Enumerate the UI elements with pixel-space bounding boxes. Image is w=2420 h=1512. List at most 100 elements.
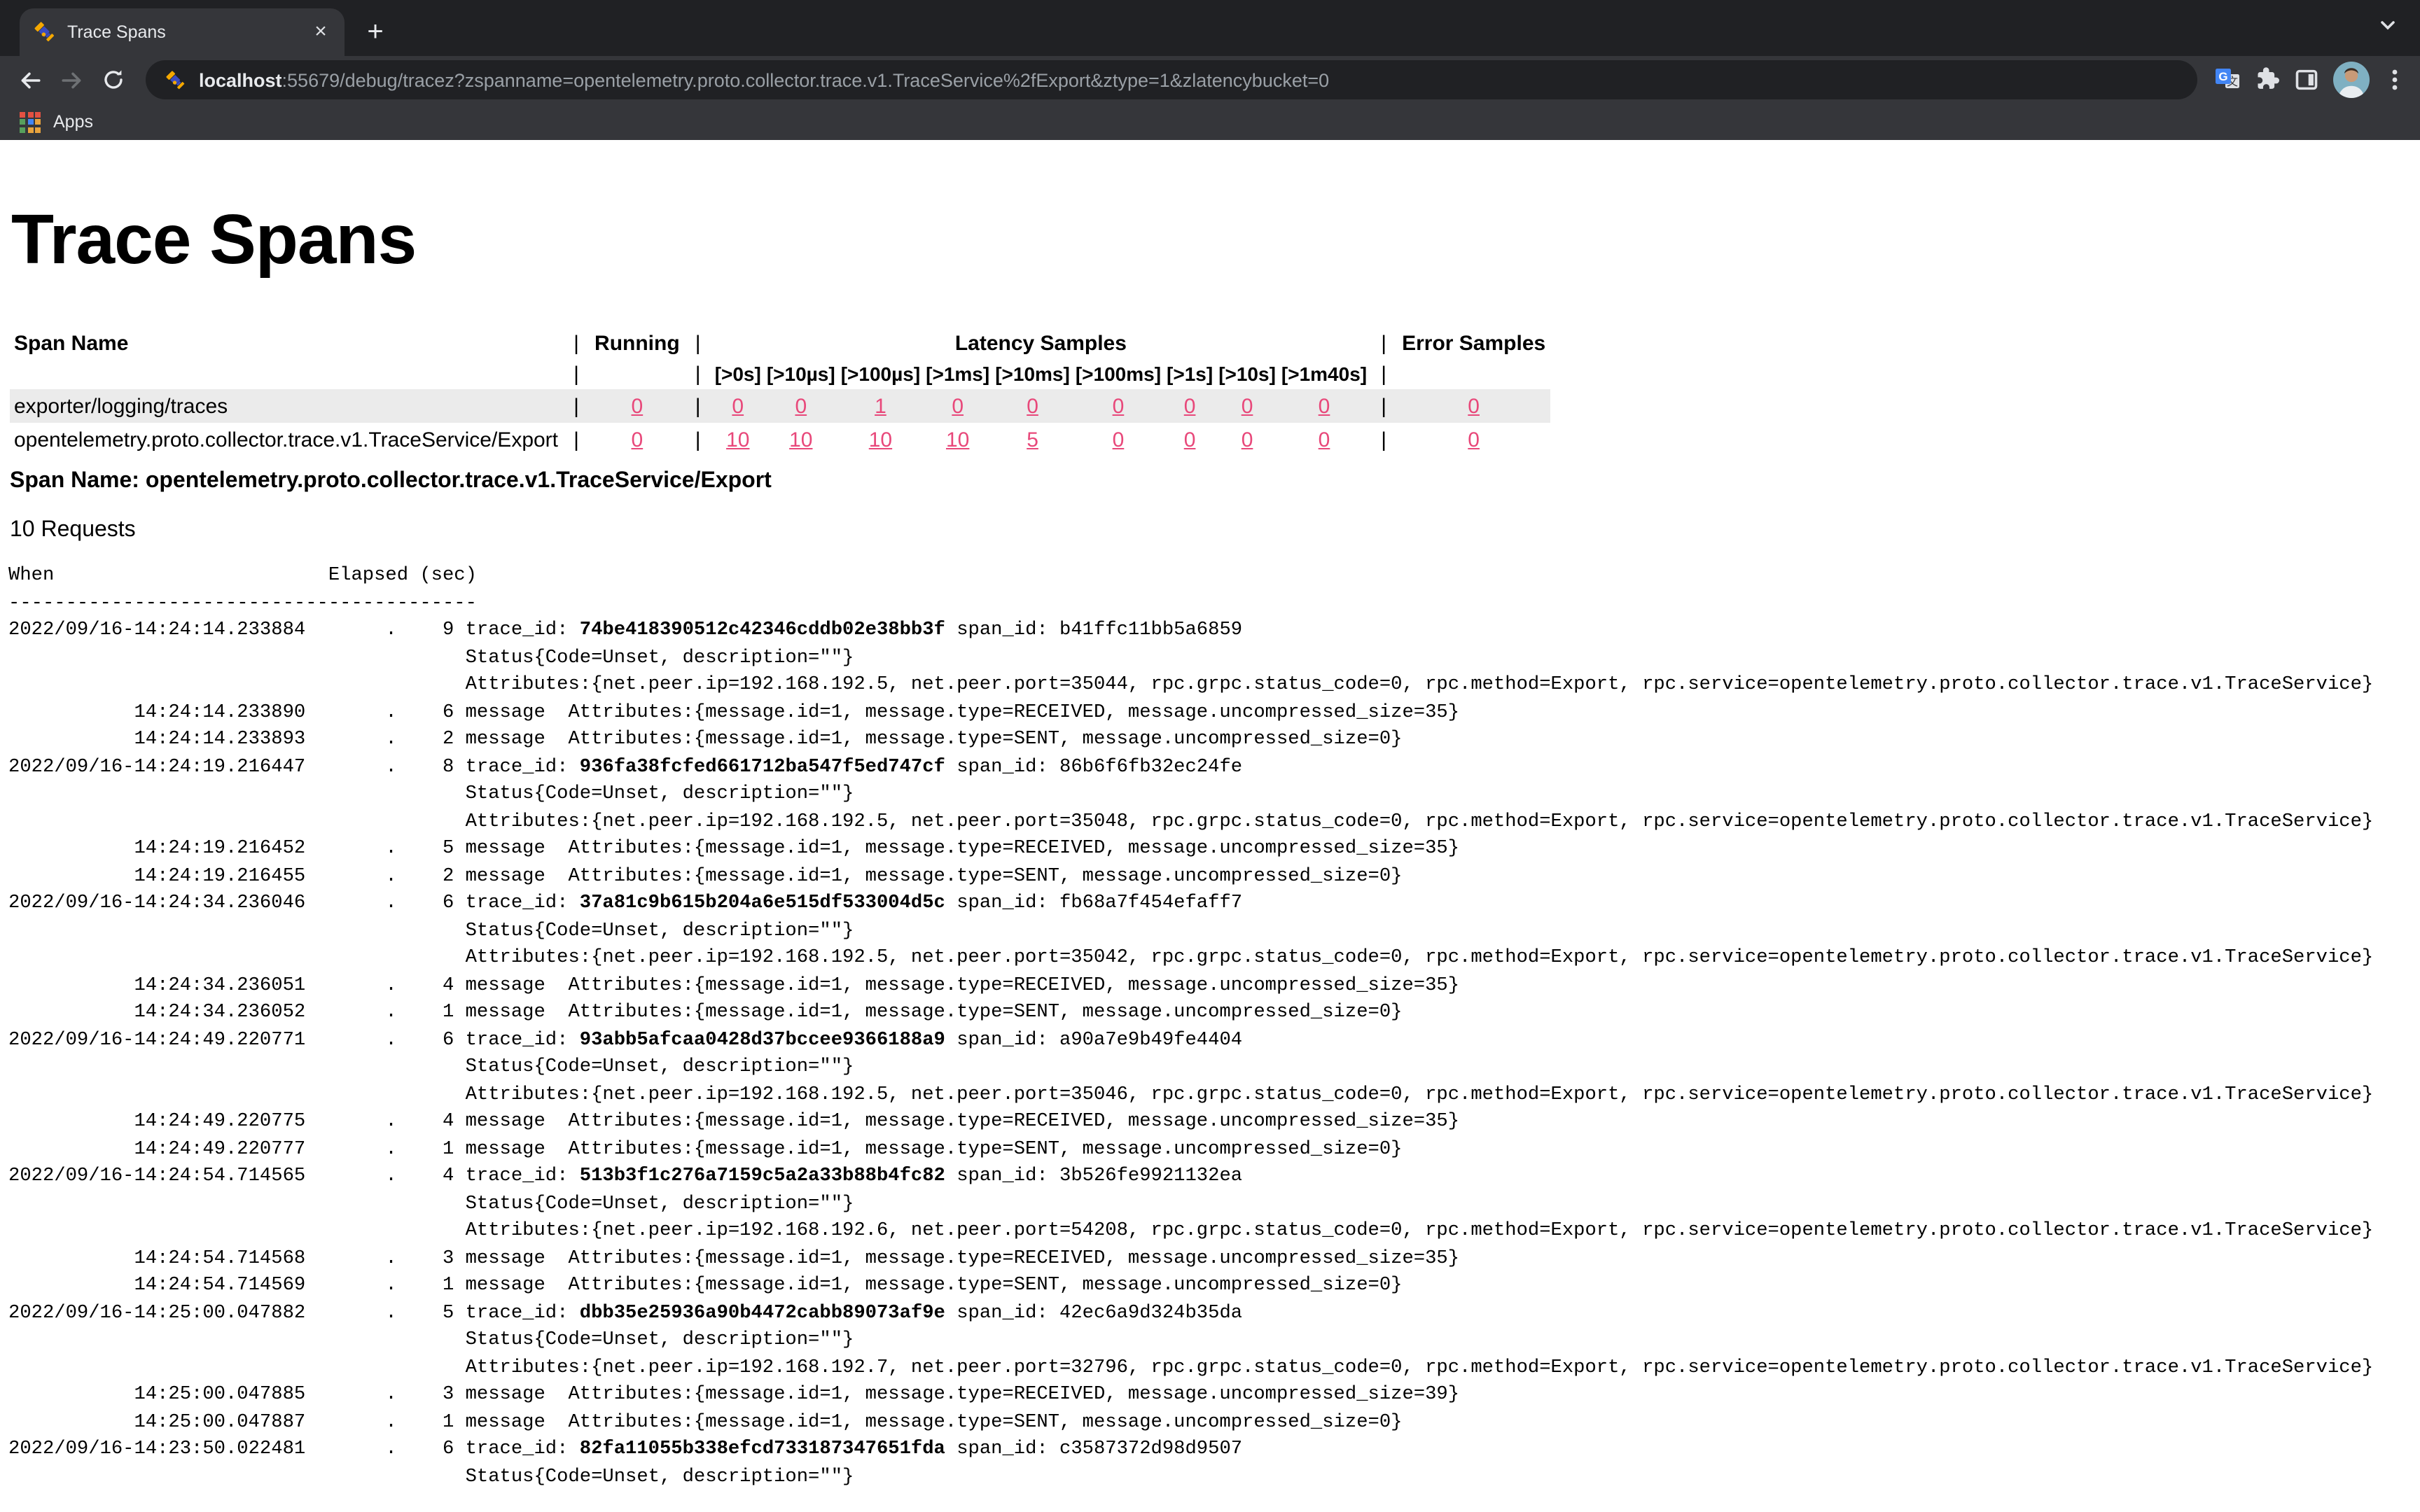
latency-bucket-label: [>1s]: [1164, 358, 1216, 389]
latency-sample-cell: 5: [992, 423, 1073, 456]
error-sample-cell: 0: [1398, 423, 1550, 456]
span-row: exporter/logging/traces|0|001000000|0: [10, 389, 1550, 423]
separator-bar: |: [1370, 328, 1398, 358]
url-bar[interactable]: localhost:55679/debug/tracez?zspanname=o…: [146, 60, 2197, 99]
url-path: :55679/debug/tracez?zspanname=openteleme…: [282, 69, 1330, 90]
separator-bar: |: [562, 423, 590, 456]
latency-sample-link[interactable]: 10: [946, 428, 969, 451]
separator-bar: |: [684, 389, 712, 423]
latency-sample-link[interactable]: 10: [869, 428, 892, 451]
latency-bucket-label: [>100ms]: [1073, 358, 1164, 389]
col-header-span-name: Span Name: [10, 328, 562, 358]
running-count-link[interactable]: 0: [632, 428, 644, 451]
request-count: 10 Requests: [10, 518, 2420, 543]
latency-sample-link[interactable]: 0: [1319, 394, 1330, 418]
latency-sample-link[interactable]: 0: [1319, 428, 1330, 451]
latency-sample-link[interactable]: 5: [1027, 428, 1038, 451]
latency-sample-cell: 0: [712, 389, 764, 423]
error-sample-cell: 0: [1398, 389, 1550, 423]
latency-sample-cell: 10: [838, 423, 923, 456]
col-header-latency-samples: Latency Samples: [712, 328, 1370, 358]
latency-sample-link[interactable]: 0: [1184, 428, 1196, 451]
latency-sample-link[interactable]: 0: [732, 394, 744, 418]
latency-sample-cell: 0: [1073, 389, 1164, 423]
separator-bar: |: [562, 389, 590, 423]
separator-bar: |: [1370, 389, 1398, 423]
tab-search-chevron-icon[interactable]: [2378, 15, 2398, 42]
latency-bucket-label: [>1ms]: [923, 358, 992, 389]
latency-sample-cell: 0: [1216, 423, 1279, 456]
span-row: opentelemetry.proto.collector.trace.v1.T…: [10, 423, 1550, 456]
separator-bar: |: [562, 358, 590, 389]
latency-sample-cell: 10: [712, 423, 764, 456]
trace-id: dbb35e25936a90b4472cabb89073af9e: [580, 1303, 945, 1324]
trace-id: 513b3f1c276a7159c5a2a33b88b4fc82: [580, 1166, 945, 1187]
tracez-page: Trace Spans Span Name|Running|Latency Sa…: [0, 140, 2420, 1512]
span-name-cell: exporter/logging/traces: [10, 389, 562, 423]
translate-icon[interactable]: 文 G: [2214, 66, 2241, 93]
latency-sample-link[interactable]: 10: [789, 428, 812, 451]
opentelemetry-favicon-icon: [34, 21, 56, 43]
col-header-running: Running: [590, 328, 684, 358]
latency-sample-cell: 0: [764, 389, 838, 423]
latency-sample-cell: 0: [1279, 423, 1370, 456]
col-header-error-samples: Error Samples: [1398, 328, 1550, 358]
trace-id: 82fa11055b338efcd733187347651fda: [580, 1439, 945, 1460]
separator-bar: |: [684, 423, 712, 456]
trace-id: 37a81c9b615b204a6e515df533004d5c: [580, 893, 945, 914]
trace-id: 93abb5afcaa0428d37bccee9366188a9: [580, 1030, 945, 1051]
latency-sample-cell: 0: [923, 389, 992, 423]
latency-bucket-label: [>1m40s]: [1279, 358, 1370, 389]
latency-bucket-label: [>100µs]: [838, 358, 923, 389]
latency-sample-cell: 0: [1216, 389, 1279, 423]
latency-sample-link[interactable]: 0: [1242, 428, 1253, 451]
reload-button[interactable]: [92, 59, 134, 101]
latency-sample-link[interactable]: 0: [795, 394, 807, 418]
latency-sample-cell: 1: [838, 389, 923, 423]
running-count-link[interactable]: 0: [632, 394, 644, 418]
back-button[interactable]: [8, 59, 50, 101]
page-title: Trace Spans: [11, 199, 2420, 280]
forward-button[interactable]: [50, 59, 92, 101]
browser-window: Trace Spans × +: [0, 0, 2420, 1512]
latency-sample-link[interactable]: 0: [1113, 428, 1125, 451]
site-favicon-icon: [165, 69, 186, 90]
latency-sample-cell: 0: [1279, 389, 1370, 423]
error-sample-link[interactable]: 0: [1468, 428, 1480, 451]
empty-cell: [1398, 358, 1550, 389]
new-tab-button[interactable]: +: [356, 13, 395, 52]
bookmark-apps[interactable]: Apps: [53, 112, 93, 132]
extensions-puzzle-icon[interactable]: [2255, 67, 2280, 92]
latency-sample-link[interactable]: 10: [726, 428, 749, 451]
separator-bar: |: [1370, 358, 1398, 389]
trace-id: 74be418390512c42346cddb02e38bb3f: [580, 620, 945, 641]
browser-toolbar: localhost:55679/debug/tracez?zspanname=o…: [0, 56, 2420, 104]
running-count-cell: 0: [590, 389, 684, 423]
apps-grid-icon: [20, 111, 41, 132]
latency-bucket-label: [>10ms]: [992, 358, 1073, 389]
latency-sample-link[interactable]: 1: [875, 394, 886, 418]
tab-trace-spans[interactable]: Trace Spans ×: [20, 8, 345, 56]
empty-cell: [590, 358, 684, 389]
latency-sample-link[interactable]: 0: [1027, 394, 1038, 418]
side-panel-icon[interactable]: [2294, 67, 2319, 92]
span-name-cell: opentelemetry.proto.collector.trace.v1.T…: [10, 423, 562, 456]
latency-sample-cell: 0: [1164, 389, 1216, 423]
url-text: localhost:55679/debug/tracez?zspanname=o…: [199, 69, 1329, 90]
requests-log: When Elapsed (sec) ---------------------…: [8, 563, 2420, 1491]
latency-sample-cell: 0: [992, 389, 1073, 423]
kebab-menu-icon[interactable]: [2384, 67, 2406, 92]
latency-sample-link[interactable]: 0: [952, 394, 964, 418]
tab-close-icon[interactable]: ×: [308, 20, 333, 45]
latency-sample-link[interactable]: 0: [1184, 394, 1196, 418]
latency-sample-cell: 10: [764, 423, 838, 456]
error-sample-link[interactable]: 0: [1468, 394, 1480, 418]
summary-table: Span Name|Running|Latency Samples|Error …: [10, 328, 1550, 456]
latency-sample-cell: 0: [1073, 423, 1164, 456]
profile-avatar[interactable]: [2333, 62, 2370, 98]
bookmarks-bar: Apps: [0, 104, 2420, 140]
latency-sample-cell: 10: [923, 423, 992, 456]
latency-sample-link[interactable]: 0: [1242, 394, 1253, 418]
empty-cell: [10, 358, 562, 389]
latency-sample-link[interactable]: 0: [1113, 394, 1125, 418]
